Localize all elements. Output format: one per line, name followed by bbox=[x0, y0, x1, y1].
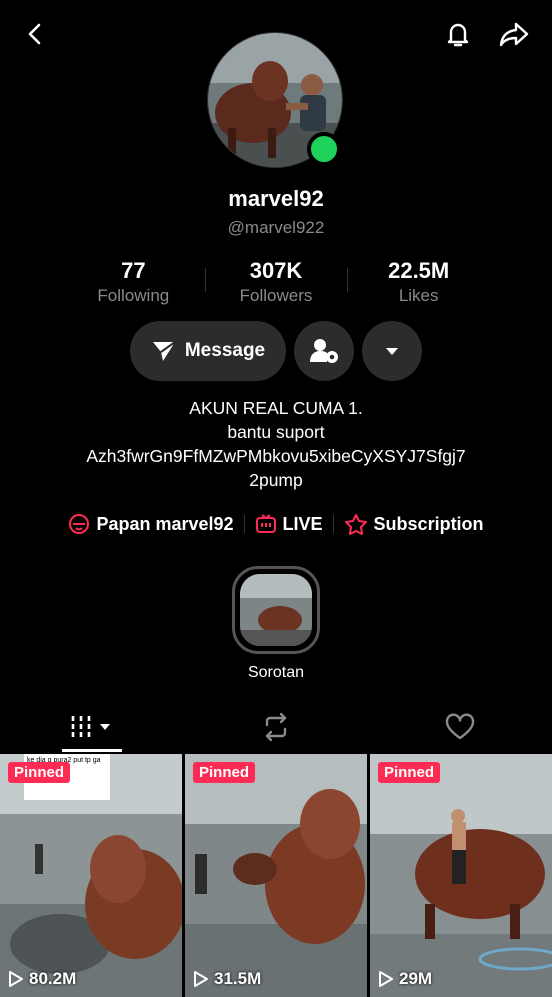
link-label: LIVE bbox=[282, 513, 323, 534]
view-count-value: 29M bbox=[399, 969, 433, 988]
back-icon[interactable] bbox=[16, 14, 56, 54]
board-icon bbox=[69, 514, 90, 534]
link-live[interactable]: LIVE bbox=[255, 513, 323, 535]
notification-bell-icon[interactable] bbox=[438, 14, 478, 54]
divider bbox=[243, 515, 245, 533]
link-board[interactable]: Papan marvel92 bbox=[68, 513, 234, 535]
pinned-badge: Pinned bbox=[193, 762, 256, 783]
display-name: marvel92 bbox=[228, 186, 324, 211]
view-count: 29M bbox=[378, 969, 432, 989]
stat-label: Following bbox=[97, 286, 170, 305]
video-thumbnail[interactable]: Pinned 31.5M bbox=[185, 754, 367, 997]
profile-actions: Message bbox=[130, 321, 422, 381]
more-options-button[interactable] bbox=[362, 321, 422, 381]
live-icon bbox=[255, 514, 276, 533]
content-tabs bbox=[0, 702, 552, 752]
profile-stats: 77 Following 307K Followers 22.5M Likes bbox=[62, 258, 490, 308]
stat-following[interactable]: 77 Following bbox=[62, 258, 205, 308]
videos-grid-icon bbox=[71, 716, 110, 738]
stat-followers[interactable]: 307K Followers bbox=[204, 258, 348, 308]
bio-line: AKUN REAL CUMA 1. bbox=[189, 398, 363, 418]
heart-icon bbox=[445, 713, 475, 740]
bio-line: 2pump bbox=[249, 470, 303, 490]
view-count: 31.5M bbox=[193, 969, 261, 989]
online-status-dot bbox=[307, 132, 341, 166]
video-preview-image bbox=[185, 754, 367, 997]
username-handle: @marvel922 bbox=[227, 218, 325, 237]
friend-settings-button[interactable] bbox=[294, 321, 354, 381]
view-count: 80.2M bbox=[8, 969, 76, 989]
pinned-badge: Pinned bbox=[378, 762, 441, 783]
view-count-value: 31.5M bbox=[214, 969, 262, 988]
user-settings-icon bbox=[310, 339, 338, 363]
video-thumbnail[interactable]: ke dia g pura2 put tp ga jadi trus pergi… bbox=[0, 754, 182, 997]
play-icon bbox=[9, 971, 23, 987]
share-icon[interactable] bbox=[494, 14, 534, 54]
tab-liked[interactable] bbox=[368, 702, 552, 752]
play-icon bbox=[379, 971, 393, 987]
link-label: Subscription bbox=[373, 513, 484, 534]
stat-label: Followers bbox=[239, 286, 313, 305]
subscription-icon bbox=[344, 514, 367, 535]
video-grid: ke dia g pura2 put tp ga jadi trus pergi… bbox=[0, 754, 552, 997]
video-thumbnail[interactable]: Pinned 29M bbox=[370, 754, 552, 997]
stat-value: 22.5M bbox=[388, 258, 450, 283]
highlight-thumbnail bbox=[240, 574, 312, 646]
stat-likes[interactable]: 22.5M Likes bbox=[347, 258, 490, 308]
video-preview-image bbox=[370, 754, 552, 997]
message-label: Message bbox=[184, 340, 266, 361]
bio-line: bantu suport bbox=[227, 422, 325, 442]
stat-label: Likes bbox=[398, 286, 439, 305]
send-icon bbox=[152, 341, 176, 361]
highlight-sorotan[interactable]: Sorotan bbox=[232, 566, 320, 682]
stat-value: 307K bbox=[249, 258, 303, 283]
play-icon bbox=[194, 971, 208, 987]
pinned-badge: Pinned bbox=[8, 762, 71, 783]
message-button[interactable]: Message bbox=[130, 321, 286, 381]
profile-bio: AKUN REAL CUMA 1. bantu suport Azh3fwrGn… bbox=[20, 396, 532, 492]
tab-videos[interactable] bbox=[0, 702, 184, 752]
profile-links: Papan marvel92 LIVE Subscription bbox=[0, 510, 552, 538]
highlight-ring bbox=[232, 566, 320, 654]
divider bbox=[332, 515, 334, 533]
stat-value: 77 bbox=[121, 258, 146, 283]
repost-icon bbox=[265, 713, 287, 741]
profile-avatar[interactable] bbox=[207, 32, 343, 168]
bio-line: Azh3fwrGn9FfMZwPMbkovu5xibeCyXSYJ7Sfgj7 bbox=[86, 446, 466, 466]
chevron-down-icon bbox=[386, 348, 398, 355]
tab-reposts[interactable] bbox=[184, 702, 368, 752]
highlight-label: Sorotan bbox=[247, 664, 305, 681]
link-label: Papan marvel92 bbox=[96, 513, 234, 534]
link-subscription[interactable]: Subscription bbox=[344, 513, 484, 535]
view-count-value: 80.2M bbox=[29, 969, 77, 988]
